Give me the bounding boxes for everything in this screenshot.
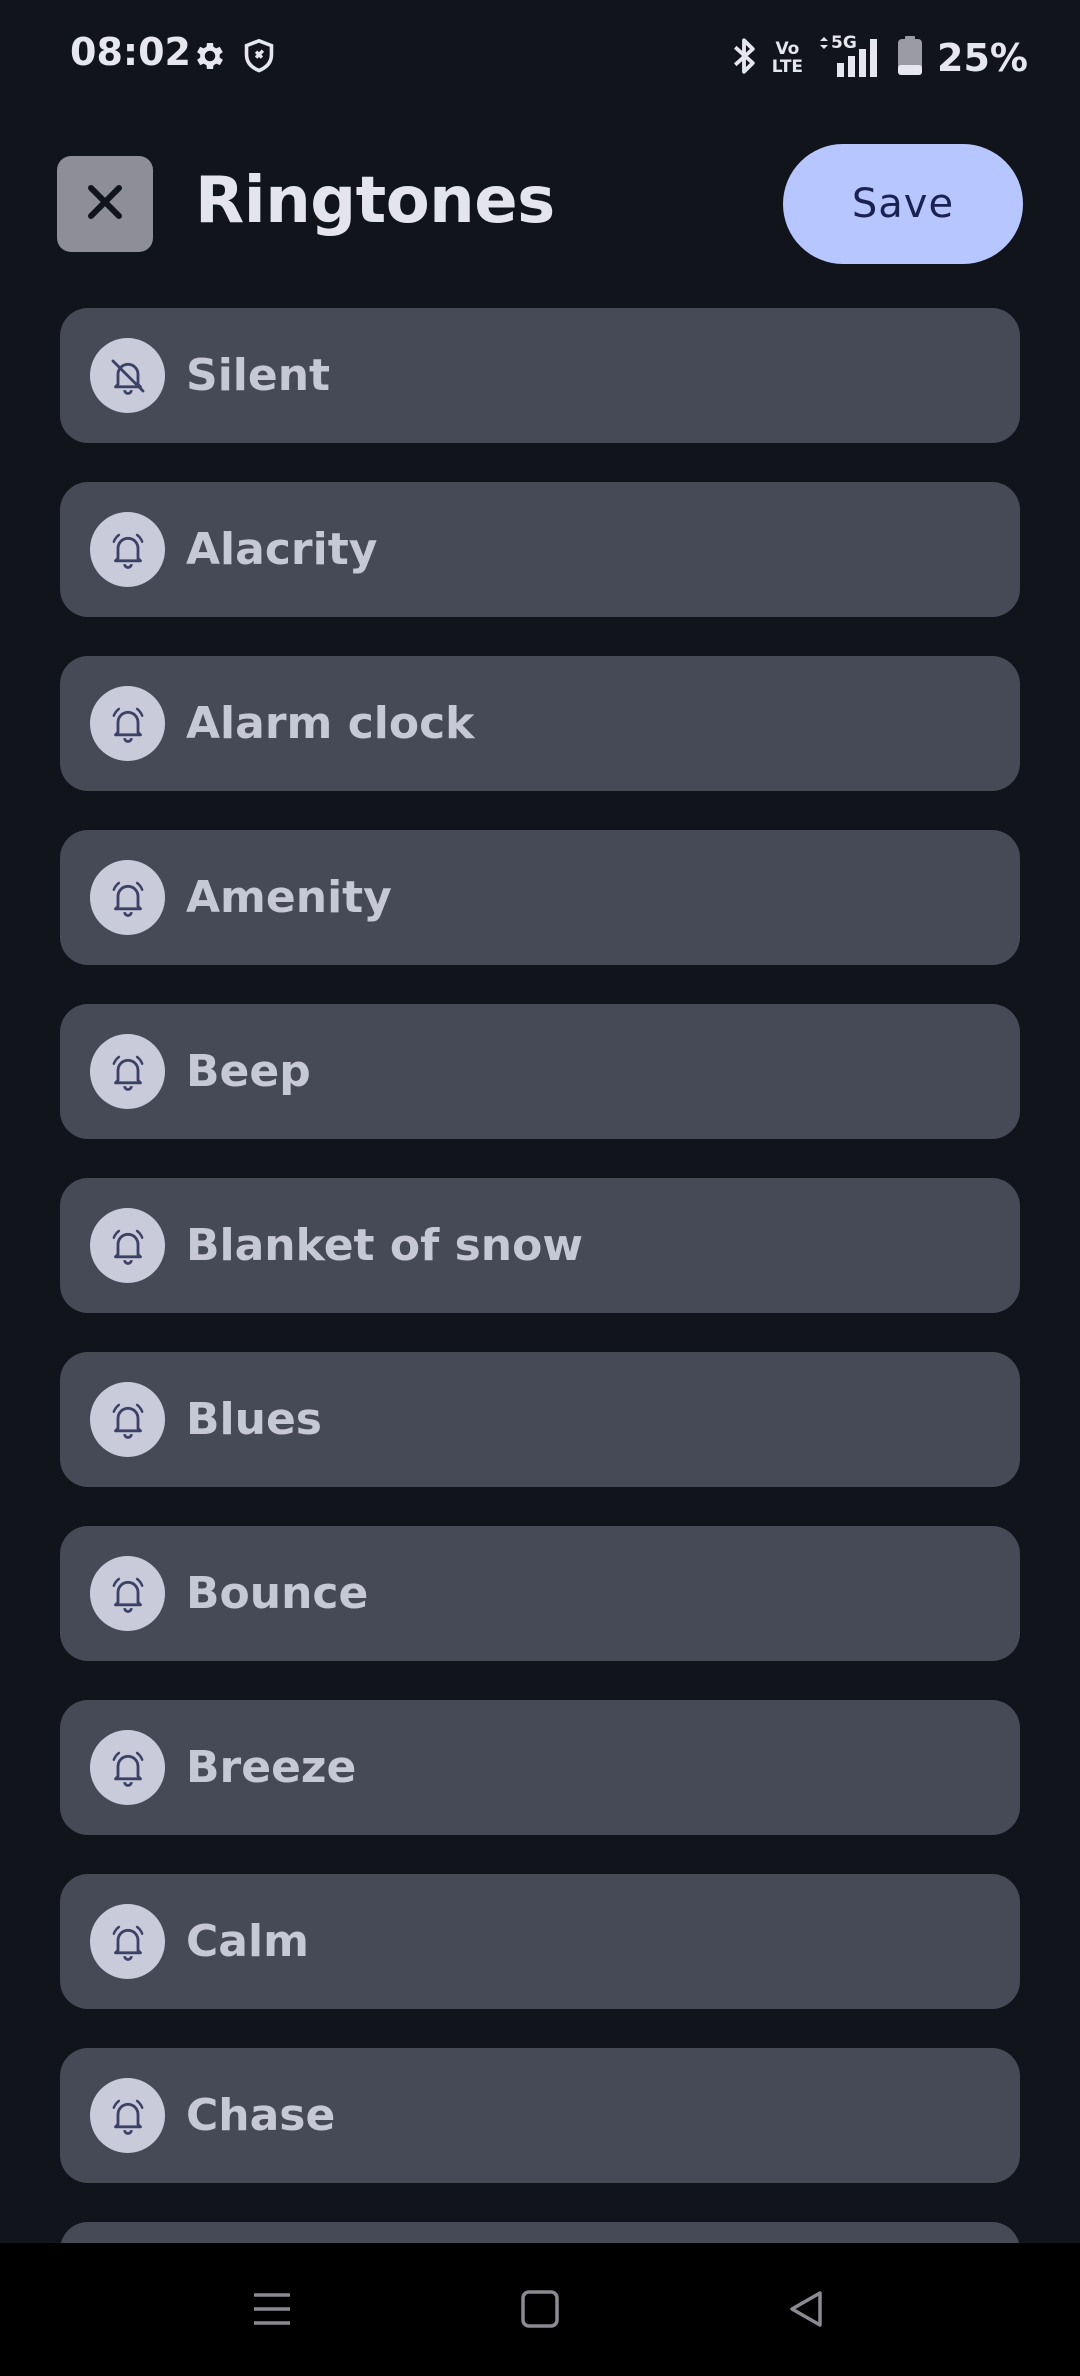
ringtone-item[interactable]: Beep bbox=[60, 1004, 1020, 1139]
save-button[interactable]: Save bbox=[783, 144, 1023, 264]
ringtone-label: Alarm clock bbox=[186, 698, 475, 749]
bell-icon bbox=[90, 686, 165, 761]
ringtone-item[interactable]: Calm bbox=[60, 1874, 1020, 2009]
app-header: Ringtones Save bbox=[0, 140, 1080, 270]
ringtone-item[interactable]: Blues bbox=[60, 1352, 1020, 1487]
ringtone-label: Blues bbox=[186, 1394, 322, 1445]
back-icon[interactable] bbox=[776, 2279, 836, 2339]
status-time: 08:02 bbox=[70, 30, 191, 74]
bluetooth-icon bbox=[730, 35, 758, 81]
shield-icon bbox=[242, 38, 276, 78]
signal-5g-icon: 5G bbox=[817, 33, 883, 79]
menu-icon[interactable] bbox=[242, 2279, 302, 2339]
gear-icon bbox=[192, 38, 228, 78]
page-title: Ringtones bbox=[195, 164, 555, 238]
ringtone-label: Silent bbox=[186, 350, 331, 401]
ringtone-item[interactable]: Silent bbox=[60, 308, 1020, 443]
ringtone-label: Breeze bbox=[186, 1742, 357, 1793]
bell-icon bbox=[90, 1034, 165, 1109]
ringtone-item[interactable]: Bounce bbox=[60, 1526, 1020, 1661]
ringtone-item[interactable]: Amenity bbox=[60, 830, 1020, 965]
bell-icon bbox=[90, 2078, 165, 2153]
close-button[interactable] bbox=[57, 156, 153, 252]
navigation-bar bbox=[0, 2243, 1080, 2376]
ringtone-label: Beep bbox=[186, 1046, 311, 1097]
ringtone-label: Alacrity bbox=[186, 524, 378, 575]
bell-icon bbox=[90, 1556, 165, 1631]
status-bar: 08:02 Vo LTE 5G 25% bbox=[0, 0, 1080, 118]
status-right-group: Vo LTE 5G 25% bbox=[730, 33, 1028, 82]
bell-off-icon bbox=[90, 338, 165, 413]
ringtone-label: Bounce bbox=[186, 1568, 369, 1619]
battery-icon bbox=[897, 36, 923, 80]
volte-icon: Vo LTE bbox=[771, 39, 804, 77]
bell-icon bbox=[90, 512, 165, 587]
ringtone-list[interactable]: Silent Alacrity Alarm clock Amenity Beep Blan… bbox=[60, 308, 1020, 2243]
ringtone-item[interactable]: Breeze bbox=[60, 1700, 1020, 1835]
bell-icon bbox=[90, 1382, 165, 1457]
ringtone-item[interactable]: Chase bbox=[60, 2048, 1020, 2183]
ringtone-label: Blanket of snow bbox=[186, 1220, 583, 1271]
close-icon bbox=[85, 182, 125, 226]
bell-icon bbox=[90, 1208, 165, 1283]
ringtone-item[interactable]: Alacrity bbox=[60, 482, 1020, 617]
ringtone-item[interactable] bbox=[60, 2222, 1020, 2243]
ringtone-label: Calm bbox=[186, 1916, 309, 1967]
bell-icon bbox=[90, 1904, 165, 1979]
home-icon[interactable] bbox=[510, 2279, 570, 2339]
ringtone-label: Amenity bbox=[186, 872, 392, 923]
bell-icon bbox=[90, 860, 165, 935]
bell-icon bbox=[90, 1730, 165, 1805]
ringtone-item[interactable]: Alarm clock bbox=[60, 656, 1020, 791]
ringtone-label: Chase bbox=[186, 2090, 336, 2141]
battery-percent: 25% bbox=[937, 36, 1028, 80]
ringtone-item[interactable]: Blanket of snow bbox=[60, 1178, 1020, 1313]
